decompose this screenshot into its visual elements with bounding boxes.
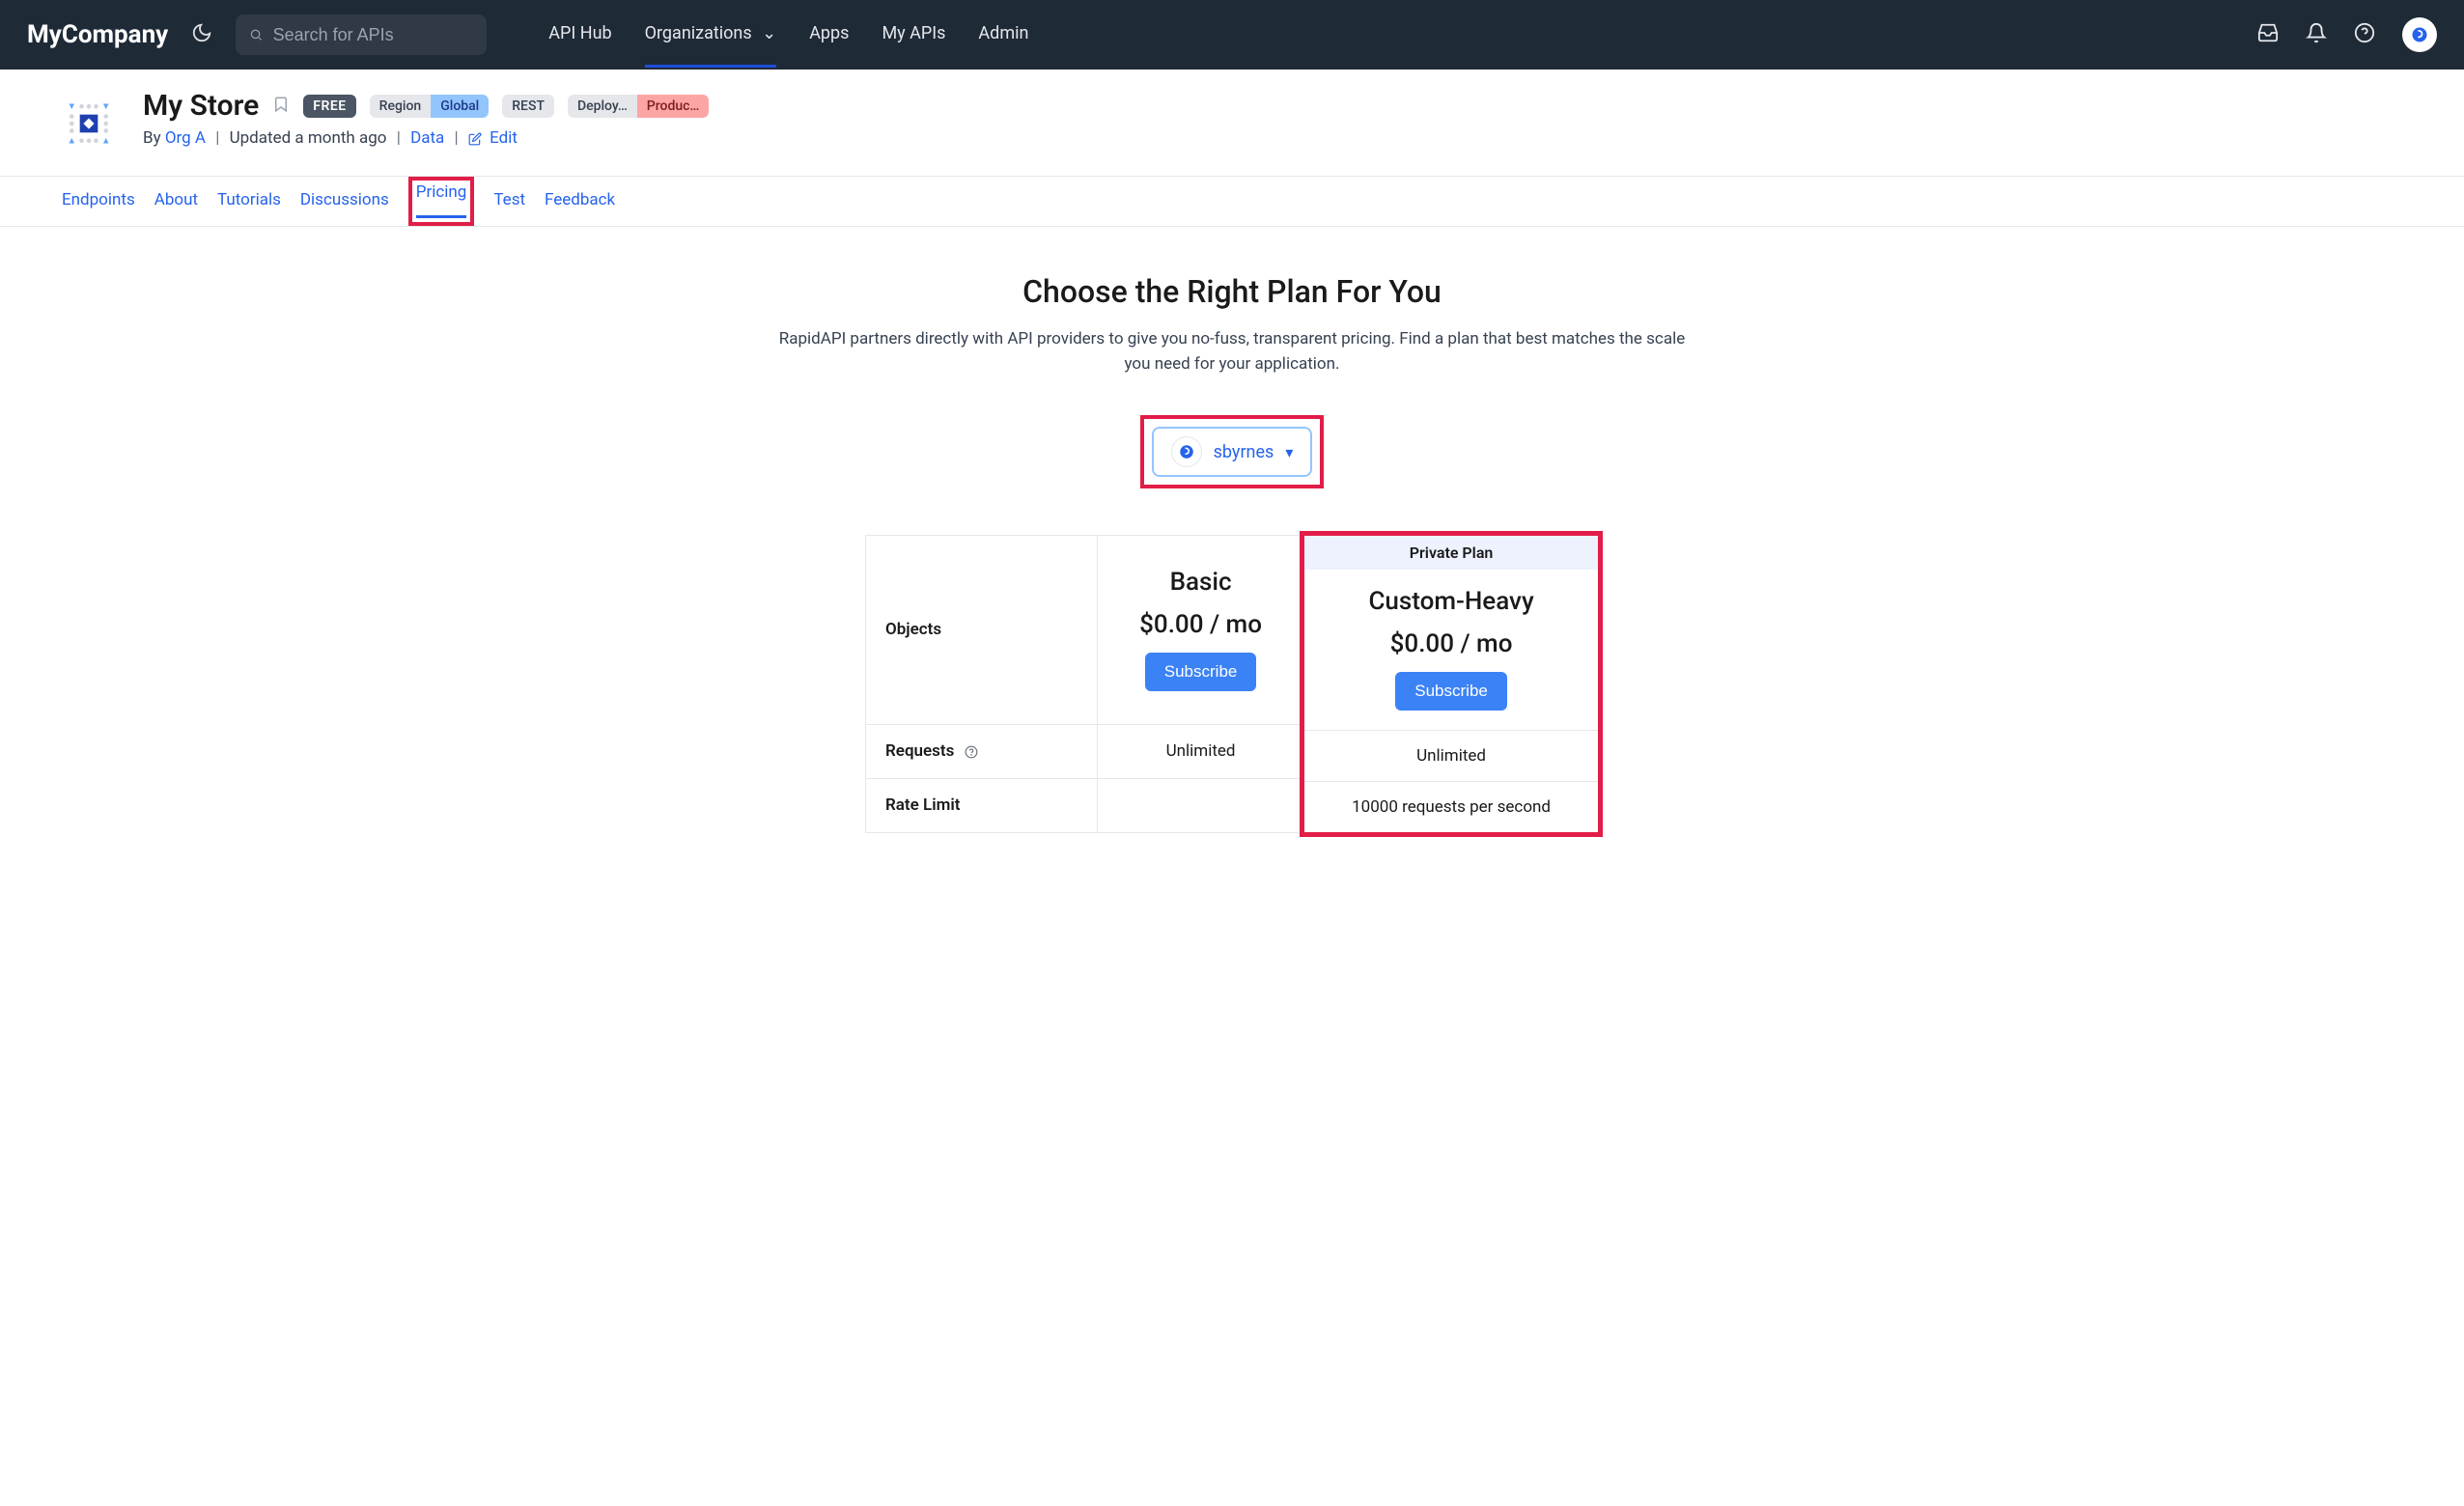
chip-deploy-group: Deploy… Produc… (568, 95, 709, 118)
highlight-pricing-tab: Pricing (408, 177, 475, 226)
by-label: By (143, 128, 161, 148)
row-label-requests-text: Requests (885, 741, 954, 761)
subscribe-custom-button[interactable]: Subscribe (1395, 672, 1507, 711)
tab-endpoints[interactable]: Endpoints (62, 177, 135, 226)
top-nav: MyCompany API Hub Organizations ⌄ Apps M… (0, 0, 2464, 70)
chip-region-value: Global (431, 95, 489, 118)
api-logo (62, 97, 116, 151)
nav-apps[interactable]: Apps (809, 2, 849, 68)
nav-links: API Hub Organizations ⌄ Apps My APIs Adm… (548, 2, 1028, 68)
nav-api-hub[interactable]: API Hub (548, 2, 611, 68)
nav-organizations-label: Organizations (645, 23, 752, 43)
tab-feedback[interactable]: Feedback (545, 177, 615, 226)
bookmark-icon[interactable] (272, 94, 290, 119)
plan-basic-name: Basic (1170, 568, 1232, 597)
private-plan-banner: Private Plan (1304, 536, 1598, 570)
plan-basic-rate-limit (1098, 778, 1304, 832)
chip-free: FREE (303, 95, 355, 118)
plan-basic-price: $0.00 / mo (1139, 610, 1262, 639)
plan-basic-requests: Unlimited (1098, 724, 1304, 778)
highlight-custom-plan: Private Plan Custom-Heavy $0.00 / mo Sub… (1304, 536, 1599, 833)
api-meta: By Org A | Updated a month ago | Data | … (143, 128, 709, 148)
main-content: Choose the Right Plan For You RapidAPI p… (701, 273, 1763, 833)
plan-custom-price: $0.00 / mo (1390, 629, 1513, 658)
brand-logo[interactable]: MyCompany (27, 20, 168, 49)
page-subtitle: RapidAPI partners directly with API prov… (778, 327, 1686, 376)
caret-down-icon: ▾ (1285, 443, 1293, 461)
nav-organizations[interactable]: Organizations ⌄ (645, 2, 777, 68)
row-label-requests: Requests (866, 724, 1098, 778)
chip-region-label: Region (370, 95, 432, 118)
user-select[interactable]: sbyrnes ▾ (1152, 427, 1313, 477)
updated-text: Updated a month ago (230, 128, 387, 148)
chevron-down-icon: ⌄ (762, 23, 776, 43)
chip-region-group: Region Global (370, 95, 490, 118)
chip-produc: Produc… (637, 95, 710, 118)
data-link[interactable]: Data (410, 128, 444, 148)
chip-deploy: Deploy… (568, 95, 637, 118)
bell-icon[interactable] (2306, 22, 2327, 47)
pencil-icon (468, 132, 482, 146)
tab-about[interactable]: About (154, 177, 198, 226)
row-label-rate-limit: Rate Limit (866, 778, 1098, 832)
org-link[interactable]: Org A (165, 128, 206, 148)
tabs-wrap: Endpoints About Tutorials Discussions Pr… (0, 176, 2464, 227)
edit-link[interactable]: Edit (490, 128, 518, 148)
tab-pricing[interactable]: Pricing (416, 169, 467, 218)
plan-custom-name: Custom-Heavy (1368, 587, 1533, 616)
api-title: My Store (143, 89, 259, 123)
moon-icon[interactable] (191, 22, 212, 47)
subscribe-basic-button[interactable]: Subscribe (1145, 653, 1257, 691)
api-header: My Store FREE Region Global REST Deploy…… (0, 70, 2464, 158)
nav-right (2257, 17, 2437, 52)
help-circle-icon[interactable] (965, 745, 978, 759)
user-select-name: sbyrnes (1214, 442, 1274, 462)
tab-discussions[interactable]: Discussions (300, 177, 389, 226)
user-avatar-icon (1171, 436, 1202, 467)
help-icon[interactable] (2354, 22, 2375, 47)
plan-custom-rate-limit: 10000 requests per second (1304, 781, 1598, 832)
nav-admin[interactable]: Admin (978, 2, 1028, 68)
tab-test[interactable]: Test (493, 177, 525, 226)
plan-basic-head-cell: Basic $0.00 / mo Subscribe (1098, 536, 1304, 725)
chip-rest: REST (502, 95, 554, 118)
highlight-user-select: sbyrnes ▾ (1140, 415, 1325, 488)
search-icon (249, 27, 263, 42)
avatar[interactable] (2402, 17, 2437, 52)
nav-my-apis[interactable]: My APIs (882, 2, 945, 68)
search-input[interactable] (273, 25, 474, 45)
page-title: Choose the Right Plan For You (724, 273, 1740, 310)
pricing-table: Objects Basic $0.00 / mo Subscribe Priva… (865, 535, 1599, 833)
plan-custom-requests: Unlimited (1304, 730, 1598, 781)
search-box[interactable] (236, 14, 487, 55)
inbox-icon[interactable] (2257, 22, 2279, 47)
row-label-objects: Objects (866, 536, 1098, 725)
tab-tutorials[interactable]: Tutorials (217, 177, 281, 226)
